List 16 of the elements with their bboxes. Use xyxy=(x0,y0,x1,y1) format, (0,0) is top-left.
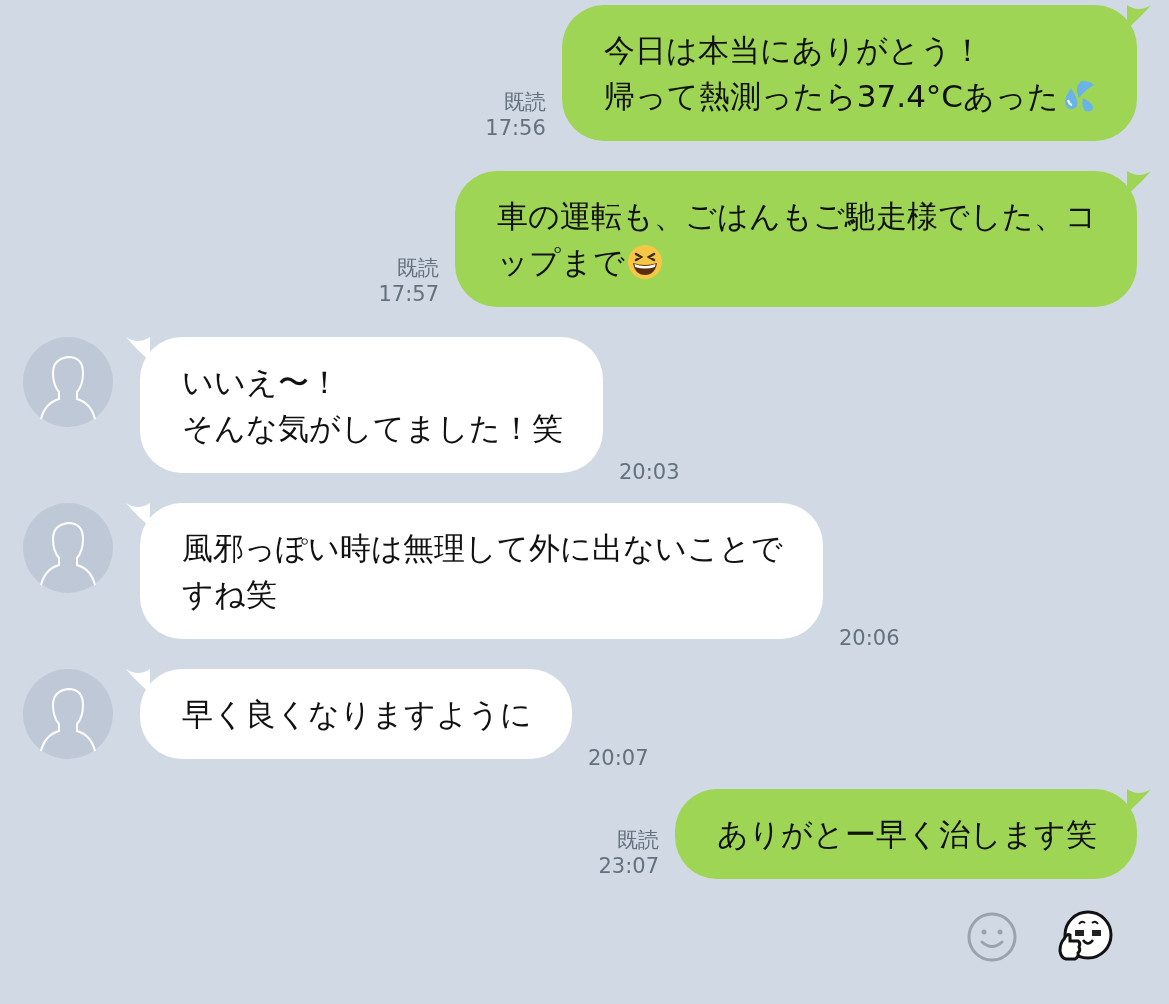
timestamp: 17:56 xyxy=(485,115,546,141)
message-text: 車の運転も、ごはんもご馳走様でした、コ ップまで xyxy=(497,197,1097,282)
laughing-face-icon xyxy=(627,244,663,280)
timestamp: 20:03 xyxy=(619,459,680,485)
timestamp: 20:06 xyxy=(839,625,900,651)
message-text: 風邪っぽい時は無理して外に出ないことで すね笑 xyxy=(182,529,783,614)
timestamp: 20:07 xyxy=(588,745,649,771)
message-text: 今日は本当にありがとう！ 帰って熱測ったら37.4°Cあった xyxy=(603,27,1097,119)
read-receipt: 既読 xyxy=(503,89,546,115)
message-text: 早く良くなりますように xyxy=(182,695,532,734)
read-receipt: 既読 xyxy=(617,827,659,853)
message-text: ありがとー早く治します笑 xyxy=(717,815,1097,854)
message-text: いいえ〜！ そんな気がしてました！笑 xyxy=(182,363,563,448)
timestamp: 17:57 xyxy=(378,281,439,307)
read-receipt: 既読 xyxy=(397,255,439,281)
timestamp: 23:07 xyxy=(598,853,659,879)
